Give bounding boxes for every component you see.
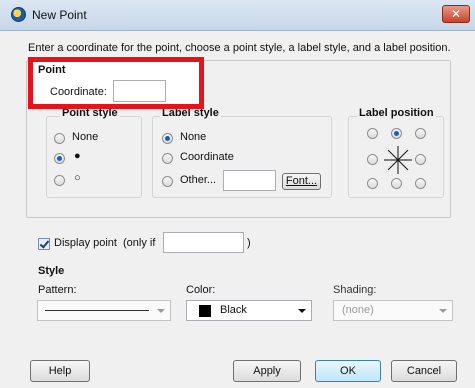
ok-button-label: OK	[340, 365, 356, 377]
label-position-title: Label position	[357, 107, 436, 119]
font-button[interactable]: Font...	[282, 173, 321, 190]
asterisk-point-icon	[384, 146, 412, 174]
shading-value: (none)	[342, 304, 374, 316]
cancel-button[interactable]: Cancel	[391, 360, 457, 382]
only-if-label: (only if	[123, 237, 156, 249]
only-if-close-paren: )	[247, 237, 251, 249]
label-position-middle-left-radio[interactable]	[367, 154, 378, 165]
coordinate-input[interactable]	[113, 80, 166, 102]
pattern-chevron-down-icon	[157, 309, 165, 313]
hollow-dot-icon: ○	[74, 172, 81, 184]
shading-chevron-down-icon	[439, 309, 447, 313]
color-chevron-down-icon	[298, 309, 306, 313]
help-button-label: Help	[48, 365, 72, 377]
label-position-bottom-left-radio[interactable]	[367, 178, 378, 189]
style-section-title: Style	[38, 265, 65, 277]
label-position-top-left-radio[interactable]	[367, 128, 378, 139]
font-button-label: Font...	[285, 175, 318, 187]
label-style-other-label: Other...	[180, 174, 217, 186]
label-position-bottom-right-radio[interactable]	[415, 178, 426, 189]
apply-button[interactable]: Apply	[233, 360, 301, 382]
point-style-hollow-radio[interactable]	[54, 175, 65, 186]
pattern-label: Pattern:	[38, 284, 77, 296]
color-label: Color:	[186, 284, 216, 296]
label-style-other-radio[interactable]	[162, 176, 173, 187]
apply-button-label: Apply	[253, 365, 281, 377]
cancel-button-label: Cancel	[406, 365, 442, 377]
shading-dropdown[interactable]: (none)	[333, 300, 453, 321]
help-button[interactable]: Help	[30, 360, 90, 382]
label-other-input[interactable]	[223, 170, 276, 191]
close-button[interactable]: ✕	[442, 5, 470, 23]
label-position-top-right-radio[interactable]	[415, 128, 426, 139]
color-dropdown[interactable]: Black	[186, 300, 312, 321]
label-style-coordinate-radio[interactable]	[162, 153, 173, 164]
color-value: Black	[220, 304, 247, 316]
filled-dot-icon: ●	[74, 150, 81, 162]
point-style-none-label: None	[72, 131, 99, 143]
display-point-checkbox[interactable]	[38, 238, 50, 250]
label-position-bottom-center-radio[interactable]	[391, 178, 402, 189]
display-condition-input[interactable]	[163, 232, 244, 253]
label-position-middle-right-radio[interactable]	[415, 154, 426, 165]
label-style-coordinate-label: Coordinate	[180, 151, 234, 163]
pattern-dropdown[interactable]	[37, 300, 171, 321]
pattern-line-icon	[45, 310, 149, 311]
point-group-title: Point	[38, 64, 66, 76]
ok-button[interactable]: OK	[315, 360, 381, 382]
point-style-filled-radio[interactable]	[54, 153, 65, 164]
coordinate-label: Coordinate:	[50, 86, 107, 98]
label-style-none-radio[interactable]	[162, 133, 173, 144]
app-icon	[11, 7, 26, 22]
display-point-label: Display point	[54, 237, 117, 249]
instruction-text: Enter a coordinate for the point, choose…	[28, 42, 451, 54]
title-bar: New Point ✕	[0, 0, 475, 31]
label-style-none-label: None	[180, 131, 207, 143]
color-swatch-icon	[199, 305, 211, 317]
window-title: New Point	[32, 8, 87, 22]
point-style-none-radio[interactable]	[54, 133, 65, 144]
shading-label: Shading:	[333, 284, 377, 296]
label-position-top-center-radio[interactable]	[391, 128, 402, 139]
